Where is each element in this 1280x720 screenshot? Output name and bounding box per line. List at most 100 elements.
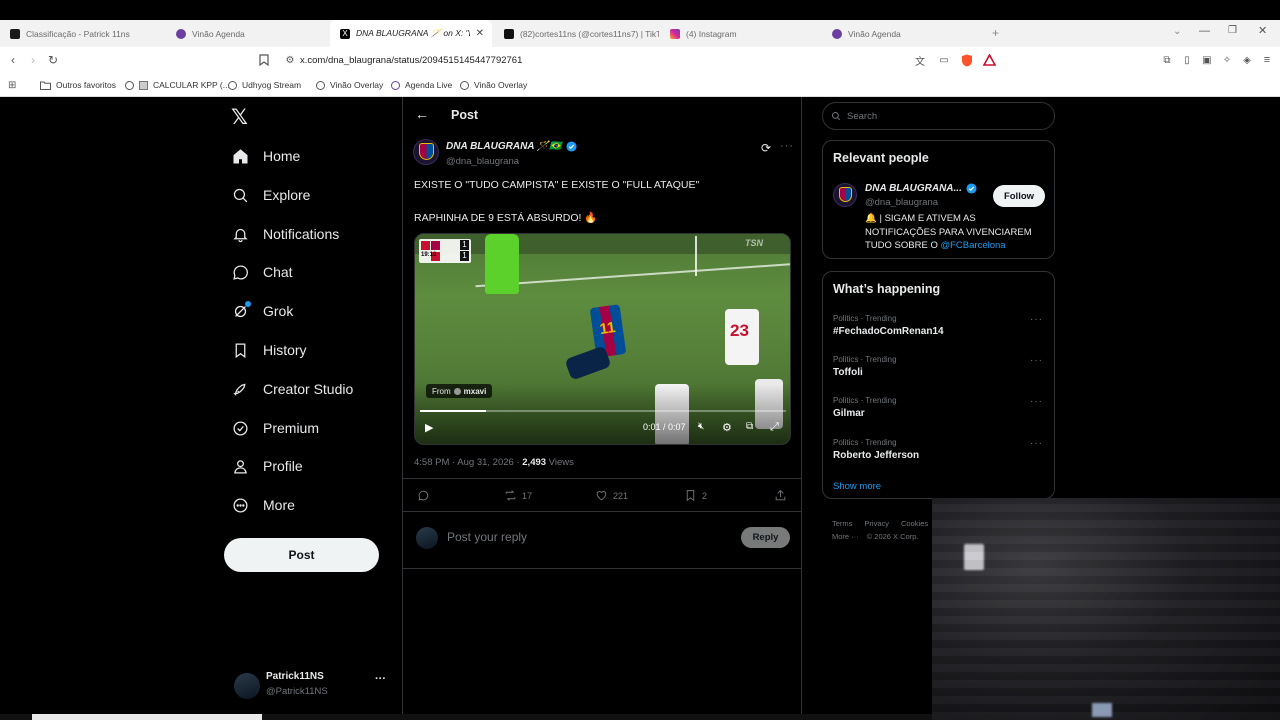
- tab-vinao-agenda-2[interactable]: Vinão Agenda: [822, 20, 987, 47]
- bookmark-action[interactable]: 2: [684, 489, 707, 502]
- mute-icon[interactable]: 🔇︎: [698, 421, 704, 432]
- tab-close-icon[interactable]: ✕: [476, 28, 484, 39]
- privacy-link[interactable]: Privacy: [864, 519, 889, 528]
- bookmark-vinao-overlay-2[interactable]: Vinão Overlay: [460, 73, 527, 97]
- extensions-icon[interactable]: ⧉: [1158, 47, 1176, 73]
- nav-chat[interactable]: Chat: [232, 257, 293, 287]
- away-score: 1: [460, 251, 469, 261]
- vpn-icon[interactable]: ◈: [1238, 47, 1256, 73]
- terms-link[interactable]: Terms: [832, 519, 852, 528]
- fullscreen-icon[interactable]: ⤢: [770, 421, 779, 434]
- nav-profile[interactable]: Profile: [232, 451, 303, 481]
- wallet-icon[interactable]: ▣: [1198, 47, 1216, 73]
- nav-more[interactable]: More: [232, 490, 295, 520]
- author-name-row[interactable]: DNA BLAUGRANA 🪄🇧🇷: [446, 141, 577, 152]
- nav-grok[interactable]: Grok: [232, 296, 293, 326]
- follow-button[interactable]: Follow: [993, 185, 1045, 207]
- trend-more-icon[interactable]: ···: [1030, 314, 1043, 325]
- post-button[interactable]: Post: [224, 538, 379, 572]
- window-close-icon[interactable]: ✕: [1258, 24, 1267, 37]
- translate-icon[interactable]: 文: [911, 47, 929, 73]
- trend-item[interactable]: Politics · Trending Toffoli ···: [833, 355, 1043, 378]
- tab-classificacao[interactable]: Classificação - Patrick 11ns: [0, 20, 165, 47]
- repost-action[interactable]: 17: [504, 489, 532, 502]
- share-action[interactable]: [774, 489, 787, 502]
- search-box[interactable]: Search: [822, 102, 1055, 130]
- rewards-icon[interactable]: [980, 47, 998, 73]
- account-switcher[interactable]: Patrick11NS @Patrick11NS ···: [230, 667, 395, 707]
- video-progress-track[interactable]: [420, 410, 786, 412]
- tab-tiktok[interactable]: (82)cortes11ns (@cortes11ns7) | TikT: [494, 20, 659, 47]
- trend-item[interactable]: Politics · Trending Roberto Jefferson ··…: [833, 438, 1043, 461]
- restore-icon[interactable]: ❐: [1228, 25, 1237, 36]
- bookmark-page-icon[interactable]: [255, 47, 273, 73]
- whats-happening-title: What’s happening: [833, 282, 941, 296]
- bookmark-outros-favoritos[interactable]: Outros favoritos: [40, 73, 116, 97]
- trend-item[interactable]: Politics · Trending Gilmar ···: [833, 396, 1043, 419]
- author-avatar[interactable]: [413, 139, 439, 165]
- reply-action[interactable]: [417, 489, 435, 502]
- leo-ai-icon[interactable]: ✧: [1218, 47, 1236, 73]
- settings-icon[interactable]: ⚙: [722, 421, 732, 434]
- cookies-link[interactable]: Cookies: [901, 519, 928, 528]
- tab-vinao-agenda[interactable]: Vinão Agenda: [166, 20, 331, 47]
- cast-icon[interactable]: ▭: [935, 47, 953, 73]
- url-field[interactable]: x.com/dna_blaugrana/status/2094515145447…: [300, 47, 522, 73]
- person-name-row[interactable]: DNA BLAUGRANA...: [865, 183, 977, 194]
- play-icon[interactable]: ▶: [425, 421, 433, 434]
- tab-title: Vinão Agenda: [192, 28, 245, 39]
- grok-explain-icon[interactable]: ⟳: [761, 141, 771, 155]
- tab-dna-blaugrana[interactable]: X DNA BLAUGRANA 🪄 on X: "E ✕: [330, 20, 492, 47]
- broadcaster-watermark: TSN: [745, 238, 763, 248]
- show-more-link[interactable]: Show more: [833, 481, 881, 492]
- trend-more-icon[interactable]: ···: [1030, 355, 1043, 366]
- menu-icon[interactable]: ≡: [1258, 47, 1276, 73]
- nav-creator-studio[interactable]: Creator Studio: [232, 374, 353, 404]
- like-action[interactable]: 221: [595, 489, 628, 502]
- forward-icon[interactable]: ›: [24, 47, 42, 73]
- video-player[interactable]: TSN 19:10 1 1 11 23 From mxavi ▶ 0:01 / …: [414, 233, 791, 445]
- minimize-icon[interactable]: —: [1199, 25, 1210, 37]
- nav-notifications[interactable]: Notifications: [232, 219, 339, 249]
- new-tab-icon[interactable]: +: [992, 26, 999, 40]
- bookmark-calcular-kpp[interactable]: CALCULAR KPP (...: [125, 73, 230, 97]
- author-handle[interactable]: @dna_blaugrana: [446, 156, 519, 167]
- tab-search-icon[interactable]: ⌄: [1173, 26, 1181, 37]
- bookmark-udhyog-stream[interactable]: Udhyog Stream: [228, 73, 301, 97]
- trend-more-icon[interactable]: ···: [1030, 396, 1043, 407]
- folder-icon: [40, 81, 51, 90]
- nav-explore[interactable]: Explore: [232, 180, 310, 210]
- footer-more-link[interactable]: More ···: [832, 532, 859, 541]
- back-icon[interactable]: ‹: [4, 47, 22, 73]
- taskbar-search[interactable]: [32, 714, 262, 720]
- bookmark-vinao-overlay[interactable]: Vinão Overlay: [316, 73, 383, 97]
- trend-more-icon[interactable]: ···: [1030, 438, 1043, 449]
- apps-grid-icon[interactable]: ⊞: [8, 73, 16, 97]
- back-arrow-icon[interactable]: ←: [415, 106, 429, 122]
- tab-favicon-icon: [10, 28, 20, 39]
- reload-icon[interactable]: ↻: [44, 47, 62, 73]
- nav-history[interactable]: History: [232, 335, 307, 365]
- goalkeeper-figure: [485, 234, 519, 294]
- person-avatar[interactable]: [833, 183, 857, 207]
- heart-icon: [596, 491, 607, 501]
- search-input[interactable]: Search: [847, 111, 877, 122]
- post-timestamp[interactable]: 4:58 PM · Aug 31, 2026 ·: [414, 457, 522, 468]
- post-more-icon[interactable]: ···: [780, 140, 794, 152]
- bio-mention-link[interactable]: @FCBarcelona: [940, 240, 1005, 251]
- account-more-icon[interactable]: ···: [375, 673, 386, 685]
- more-circle-icon: [232, 497, 249, 514]
- reply-button[interactable]: Reply: [741, 527, 790, 548]
- brave-shield-icon[interactable]: [958, 47, 976, 73]
- nav-premium[interactable]: Premium: [232, 413, 319, 443]
- pip-icon[interactable]: ⧉: [746, 421, 753, 432]
- video-source-badge[interactable]: From mxavi: [426, 384, 493, 398]
- nav-home[interactable]: Home: [232, 141, 300, 171]
- sidebar-toggle-icon[interactable]: ▯: [1178, 47, 1196, 73]
- bookmark-agenda-live[interactable]: Agenda Live: [391, 73, 452, 97]
- site-info-icon[interactable]: ⚙: [281, 47, 299, 73]
- tab-instagram[interactable]: (4) Instagram: [660, 20, 825, 47]
- x-logo-icon[interactable]: 𝕏: [231, 105, 248, 130]
- trend-item[interactable]: Politics · Trending #FechadoComRenan14 ·…: [833, 314, 1043, 337]
- reply-input[interactable]: Post your reply: [447, 530, 527, 544]
